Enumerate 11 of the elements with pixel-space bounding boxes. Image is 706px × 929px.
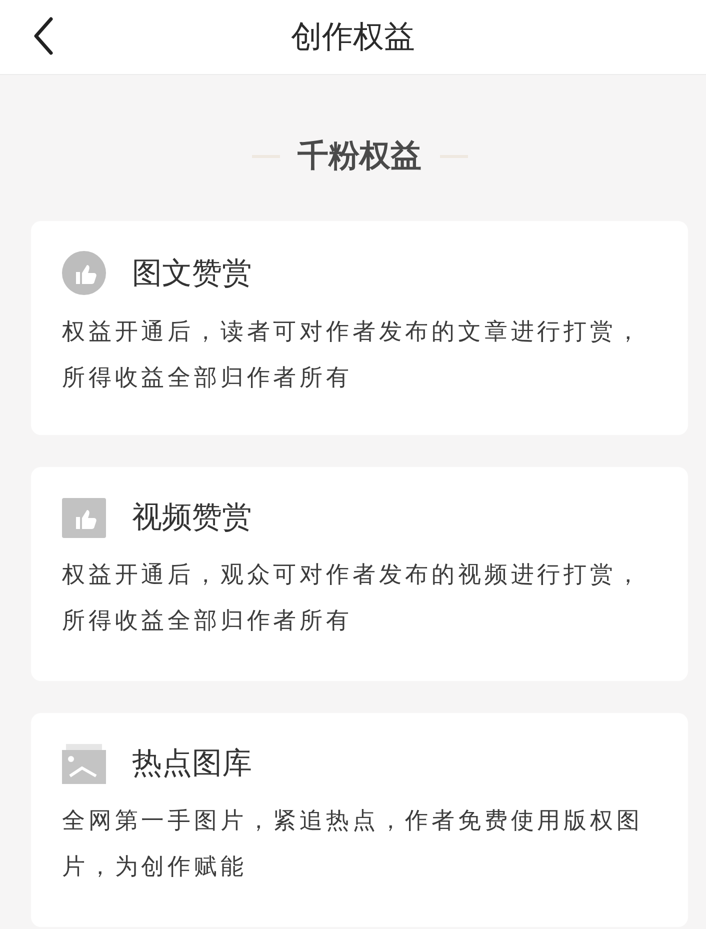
benefit-title: 视频赞赏 bbox=[132, 499, 252, 537]
benefit-description: 权益开通后，读者可对作者发布的文章进行打赏，所得收益全部归作者所有 bbox=[62, 318, 644, 393]
benefit-title: 图文赞赏 bbox=[132, 254, 252, 292]
image-icon bbox=[62, 744, 106, 784]
section-title: 千粉权益 bbox=[298, 137, 422, 176]
thumbs-up-icon bbox=[62, 251, 106, 295]
page-title: 创作权益 bbox=[291, 18, 415, 57]
benefit-description: 权益开通后，观众可对作者发布的视频进行打赏，所得收益全部归作者所有 bbox=[62, 561, 644, 636]
benefit-description: 全网第一手图片，紧追热点，作者免费使用版权图片，为创作赋能 bbox=[62, 807, 644, 882]
benefit-title: 热点图库 bbox=[132, 745, 252, 783]
thumbs-up-icon bbox=[62, 498, 106, 538]
